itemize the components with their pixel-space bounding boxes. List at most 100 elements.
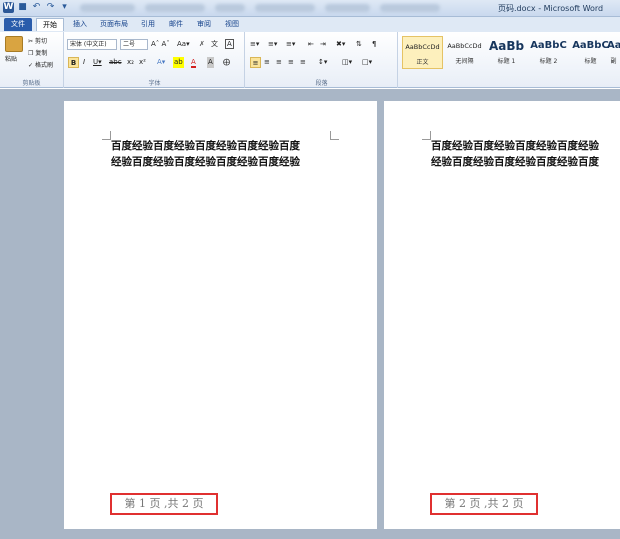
font-group: 宋体 (中文正) 二号 Aˆ Aˇ Aa▾ ✗ 文 A B I U▾ abc x… [65,32,245,88]
tab-file[interactable]: 文件 [4,18,32,31]
style-heading-1-preview: AaBb [488,39,525,53]
paste-icon[interactable] [5,36,23,52]
align-center-icon[interactable]: ≡ [264,57,270,68]
style-subtitle[interactable]: Aa 副 [607,36,620,69]
subscript-icon[interactable]: x₂ [127,57,134,68]
phonetic-guide-icon[interactable]: 文 [211,39,218,50]
align-right-icon[interactable]: ≡ [276,57,282,68]
scissors-icon: ✂ [28,38,34,45]
clipboard-group-label: 剪贴板 [22,80,41,87]
distributed-icon[interactable]: ≡ [300,57,306,68]
brush-icon: ✓ [28,62,34,69]
italic-icon[interactable]: I [83,57,85,68]
font-size-select[interactable]: 二号 [120,39,148,50]
style-normal[interactable]: AaBbCcDd 正文 [402,36,443,69]
page-2[interactable]: 百度经验百度经验百度经验百度经验 经验百度经验百度经验百度经验百度 第 2 页 … [384,101,620,529]
text-effects-icon[interactable]: A▾ [157,57,165,68]
window-title: 页码.docx - Microsoft Word [498,4,604,13]
tab-insert[interactable]: 插入 [70,18,90,31]
change-case-icon[interactable]: Aa▾ [177,39,190,50]
ribbon: 粘贴 ✂ 剪切 ❐ 复制 ✓ 格式刷 剪贴板 宋体 (中文正) 二号 Aˆ Aˇ… [0,32,620,88]
quick-access-toolbar: W ■ ↶ ↷ ▾ [3,2,70,13]
title-bar: W ■ ↶ ↷ ▾ 页码.docx - Microsoft Word [0,0,620,17]
tab-review[interactable]: 审阅 [194,18,214,31]
margin-mark [422,131,431,140]
paragraph-group-label: 段落 [315,80,328,87]
style-no-spacing-preview: AaBbCcDd [447,42,482,50]
increase-indent-icon[interactable]: ⇥ [320,39,326,50]
font-group-label: 字体 [148,80,161,87]
body-text-line[interactable]: 经验百度经验百度经验百度经验百度 [431,154,599,170]
style-heading-2-preview: AaBbC [530,40,567,51]
cut-label: 剪切 [34,38,47,45]
page-number-footer[interactable]: 第 2 页 ,共 2 页 [430,493,538,515]
redo-icon[interactable]: ↷ [45,2,56,13]
copy-icon: ❐ [28,50,34,57]
font-name-select[interactable]: 宋体 (中文正) [67,39,117,50]
enclose-char-icon[interactable]: ⨁ [223,57,230,68]
tab-mailings[interactable]: 邮件 [166,18,186,31]
tab-page-layout[interactable]: 页面布局 [96,18,132,31]
clear-format-icon[interactable]: ✗ [199,39,205,50]
char-border-icon[interactable]: A [225,39,234,49]
superscript-icon[interactable]: x² [139,57,146,68]
clipboard-group: 粘贴 ✂ 剪切 ❐ 复制 ✓ 格式刷 剪贴板 [0,32,64,88]
char-shading-icon[interactable]: A [207,57,214,68]
copy-button[interactable]: ❐ 复制 [28,48,47,57]
styles-group: AaBbCcDd 正文 AaBbCcDd 无间隔 AaBb 标题 1 AaBbC 标题 … [399,32,620,88]
margin-mark [102,131,111,140]
cut-button[interactable]: ✂ 剪切 [28,36,47,45]
style-normal-preview: AaBbCcDd [405,43,440,51]
format-painter-label: 格式刷 [34,62,53,69]
style-heading-1[interactable]: AaBb 标题 1 [486,36,527,69]
style-subtitle-preview: Aa [607,40,620,51]
copy-label: 复制 [35,50,48,57]
bullets-icon[interactable]: ≡▾ [250,39,259,50]
sort-icon[interactable]: ⇅ [356,39,362,50]
body-text-line[interactable]: 百度经验百度经验百度经验百度经验 [431,138,599,154]
decrease-indent-icon[interactable]: ⇤ [308,39,314,50]
document-area[interactable]: 百度经验百度经验百度经验百度经验百度 经验百度经验百度经验百度经验百度经验 第 … [0,89,620,539]
underline-icon[interactable]: U▾ [93,57,102,68]
chinese-layout-icon[interactable]: ✖▾ [336,39,345,50]
body-text-line[interactable]: 百度经验百度经验百度经验百度经验百度 [111,138,300,154]
customize-toolbar-icon[interactable]: ▾ [59,2,70,13]
style-normal-name: 正文 [416,59,429,66]
style-no-spacing-name: 无间隔 [455,58,474,65]
save-icon[interactable]: ■ [17,2,28,13]
style-title-preview: AaBbC [572,40,609,51]
paste-button[interactable]: 粘贴 [5,54,17,63]
numbering-icon[interactable]: ≡▾ [268,39,277,50]
align-left-icon[interactable]: ≡ [250,57,261,68]
margin-mark [330,131,339,140]
format-painter-button[interactable]: ✓ 格式刷 [28,60,53,69]
blurred-window-tabs [80,4,440,12]
undo-icon[interactable]: ↶ [31,2,42,13]
bold-icon[interactable]: B [68,57,79,68]
style-title-name: 标题 [584,58,597,65]
page-number-footer[interactable]: 第 1 页 ,共 2 页 [110,493,218,515]
word-app-icon[interactable]: W [3,2,14,13]
style-heading-2[interactable]: AaBbC 标题 2 [528,36,569,69]
grow-font-icon[interactable]: Aˆ Aˇ [151,39,170,50]
line-spacing-icon[interactable]: ↕▾ [318,57,327,68]
show-marks-icon[interactable]: ¶ [372,39,376,50]
font-color-icon[interactable]: A [191,57,196,68]
style-heading-1-name: 标题 1 [497,58,516,65]
justify-icon[interactable]: ≡ [288,57,294,68]
tab-references[interactable]: 引用 [138,18,158,31]
highlight-icon[interactable]: ab [173,57,184,68]
ribbon-tab-bar: 文件 开始 插入 页面布局 引用 邮件 审阅 视图 [0,17,620,32]
tab-home[interactable]: 开始 [36,18,64,31]
style-subtitle-name: 副 [610,58,617,65]
shading-icon[interactable]: ◫▾ [342,57,352,68]
tab-view[interactable]: 视图 [222,18,242,31]
strikethrough-icon[interactable]: abc [109,57,122,68]
style-heading-2-name: 标题 2 [539,58,558,65]
style-no-spacing[interactable]: AaBbCcDd 无间隔 [444,36,485,69]
borders-icon[interactable]: □▾ [362,57,372,68]
style-title[interactable]: AaBbC 标题 [570,36,611,69]
multilevel-list-icon[interactable]: ≡▾ [286,39,295,50]
page-1[interactable]: 百度经验百度经验百度经验百度经验百度 经验百度经验百度经验百度经验百度经验 第 … [64,101,377,529]
body-text-line[interactable]: 经验百度经验百度经验百度经验百度经验 [111,154,300,170]
